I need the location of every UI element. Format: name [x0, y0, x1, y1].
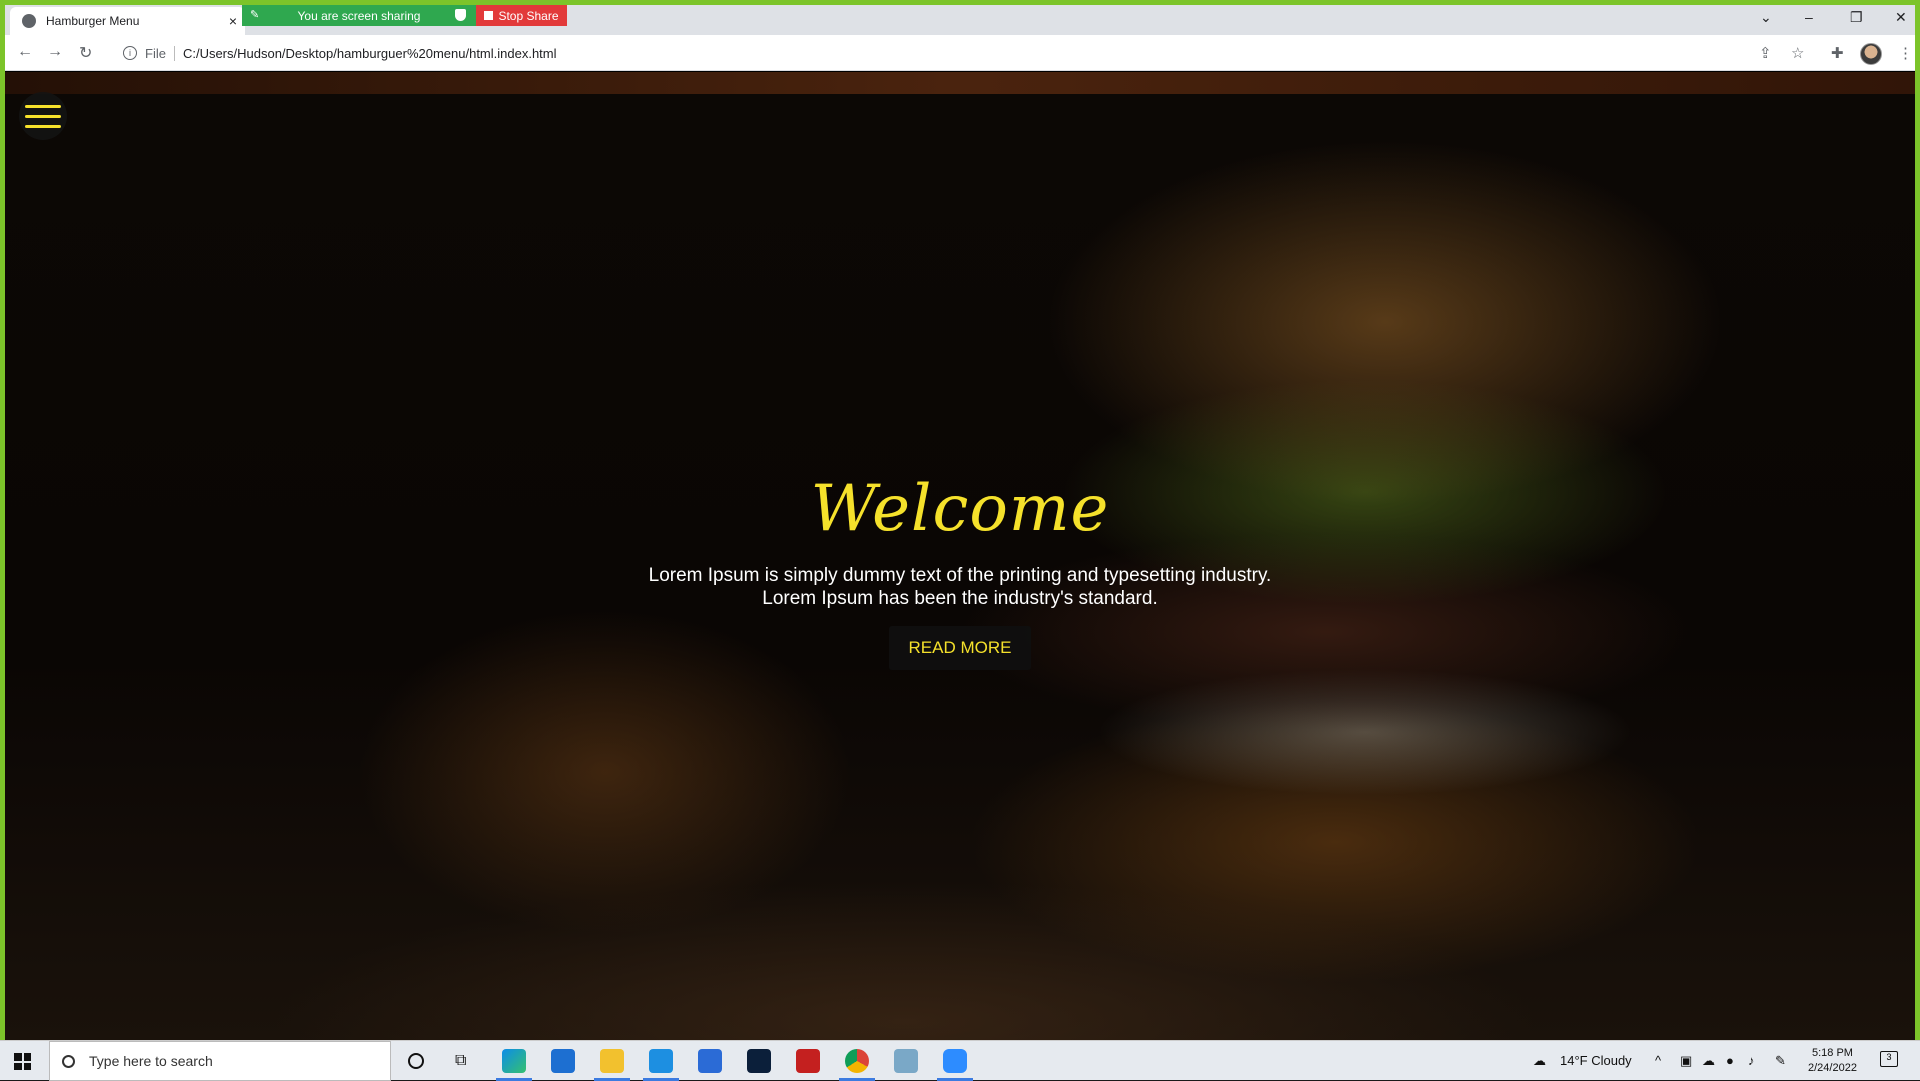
search-icon: [62, 1054, 75, 1068]
pen-icon[interactable]: ✎: [250, 8, 259, 21]
filezilla-icon[interactable]: [796, 1049, 820, 1073]
read-more-button[interactable]: READ MORE: [888, 626, 1032, 670]
star-icon[interactable]: ☆: [1791, 44, 1804, 62]
lightroom-icon[interactable]: [747, 1049, 771, 1073]
hamburger-line-icon: [25, 114, 61, 118]
menu-dots-icon[interactable]: ⋮: [1898, 44, 1913, 62]
taskbar: Type here to search ⧉ ☁ 14°F Cloudy ^ ▣ …: [0, 1040, 1920, 1081]
forward-icon[interactable]: →: [47, 43, 63, 61]
task-view-icon[interactable]: ⧉: [455, 1052, 466, 1070]
chrome-icon[interactable]: [839, 1049, 875, 1081]
background-image: [5, 72, 1915, 94]
profile-avatar[interactable]: [1860, 43, 1882, 65]
description-line-1: Lorem Ipsum is simply dummy text of the …: [648, 565, 1272, 586]
stop-icon: [484, 11, 494, 20]
shield-icon: [455, 9, 466, 21]
notification-center-icon[interactable]: 3: [1880, 1051, 1898, 1067]
share-icon[interactable]: ⇪: [1759, 44, 1772, 62]
hamburger-line-icon: [25, 124, 61, 128]
tab-close-icon[interactable]: ×: [229, 13, 237, 29]
hamburger-menu-button[interactable]: [19, 92, 67, 140]
taskbar-clock[interactable]: 5:18 PM 2/24/2022: [1808, 1046, 1857, 1076]
weather-text[interactable]: 14°F Cloudy: [1560, 1053, 1632, 1068]
hero-section: Welcome Lorem Ipsum is simply dummy text…: [5, 472, 1915, 670]
vscode-icon[interactable]: [643, 1049, 679, 1081]
show-hidden-icons-icon[interactable]: ^: [1655, 1053, 1661, 1068]
tab-bar: Hamburger Menu × ✎ You are screen sharin…: [5, 5, 1915, 35]
mail-icon[interactable]: [551, 1049, 575, 1073]
pen-ink-icon[interactable]: ✎: [1775, 1053, 1786, 1069]
screen-share-text: You are screen sharing: [297, 8, 421, 23]
hero-description: Lorem Ipsum is simply dummy text of the …: [5, 564, 1915, 610]
info-icon[interactable]: i: [123, 46, 137, 60]
tab-search-icon[interactable]: ⌄: [1760, 9, 1772, 26]
url-text[interactable]: C:/Users/Hudson/Desktop/hamburguer%20men…: [183, 46, 557, 61]
microphone-icon[interactable]: ●: [1726, 1053, 1734, 1068]
welcome-heading: Welcome: [810, 472, 1110, 546]
edge-icon[interactable]: [496, 1049, 532, 1081]
taskbar-search[interactable]: Type here to search: [49, 1041, 391, 1081]
browser-tab[interactable]: Hamburger Menu ×: [10, 7, 245, 35]
stop-share-button[interactable]: Stop Share: [476, 5, 567, 26]
weather-icon[interactable]: ☁: [1533, 1053, 1546, 1069]
extensions-icon[interactable]: ✚: [1831, 44, 1844, 62]
screen-share-banner: ✎ You are screen sharing: [242, 5, 476, 26]
minimize-icon[interactable]: –: [1805, 9, 1813, 25]
restore-icon[interactable]: ❐: [1850, 9, 1863, 26]
clock-date: 2/24/2022: [1808, 1062, 1857, 1074]
file-label: File: [145, 45, 175, 61]
onedrive-icon[interactable]: ☁: [1702, 1053, 1715, 1069]
store-icon[interactable]: [698, 1049, 722, 1073]
zoom-icon[interactable]: [937, 1049, 973, 1081]
start-button[interactable]: [14, 1053, 31, 1070]
file-explorer-icon[interactable]: [594, 1049, 630, 1081]
back-icon[interactable]: ←: [17, 43, 33, 61]
clock-time: 5:18 PM: [1811, 1047, 1853, 1059]
cortana-icon[interactable]: [408, 1053, 424, 1069]
tab-title: Hamburger Menu: [46, 14, 140, 28]
address-bar[interactable]: i File C:/Users/Hudson/Desktop/hamburgue…: [115, 39, 1775, 67]
reload-icon[interactable]: ↻: [79, 43, 92, 63]
globe-icon: [22, 14, 36, 28]
search-placeholder: Type here to search: [89, 1053, 213, 1069]
hamburger-line-icon: [25, 104, 61, 108]
page-content: Welcome Lorem Ipsum is simply dummy text…: [5, 72, 1915, 1045]
browser-toolbar: ← → ↻ i File C:/Users/Hudson/Desktop/ham…: [5, 35, 1915, 71]
close-window-icon[interactable]: ✕: [1895, 9, 1907, 26]
volume-icon[interactable]: ♪: [1748, 1053, 1755, 1068]
stop-share-label: Stop Share: [498, 8, 559, 23]
window-frame: Hamburger Menu × ✎ You are screen sharin…: [0, 0, 1920, 1080]
meet-now-icon[interactable]: ▣: [1680, 1053, 1692, 1069]
app-icon[interactable]: [894, 1049, 918, 1073]
description-line-2: Lorem Ipsum has been the industry's stan…: [762, 588, 1158, 609]
windows-logo-icon: [14, 1053, 22, 1061]
